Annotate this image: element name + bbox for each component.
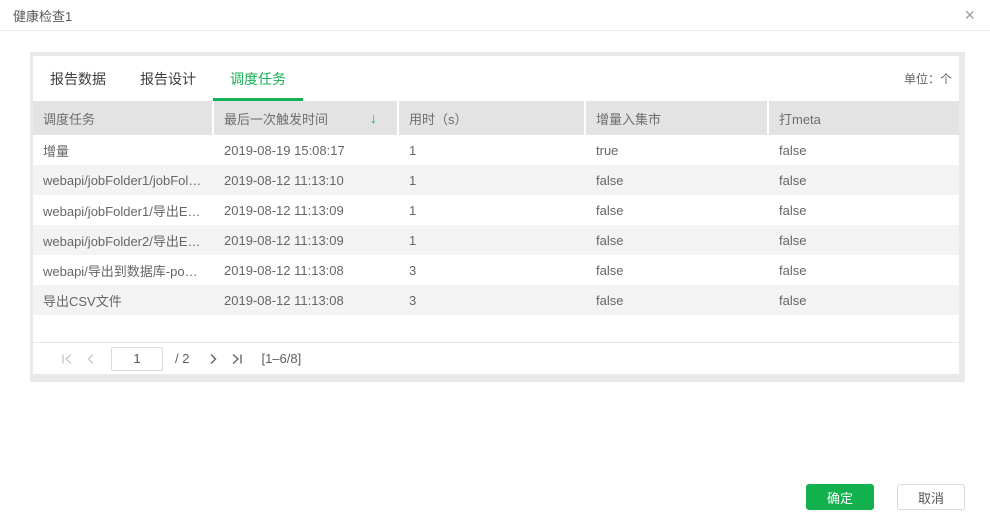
column-header-meta[interactable]: 打meta	[769, 101, 959, 135]
table-row: webapi/jobFolder1/jobFolder1-1/ 2019-08-…	[33, 165, 959, 195]
cell-task: 增量	[43, 143, 70, 159]
cell-meta: false	[779, 202, 807, 218]
cell-time: 2019-08-12 11:13:10	[224, 172, 344, 188]
close-icon[interactable]: ×	[962, 6, 977, 24]
table-header: 调度任务 最后一次触发时间 ↓ 用时（s） 增量入集市 打meta	[33, 101, 959, 135]
table-body: 增量 2019-08-19 15:08:17 1 true false weba…	[33, 135, 959, 315]
cell-incremental: false	[596, 292, 624, 308]
cell-meta: false	[779, 292, 807, 308]
page-range-label: [1–6/8]	[261, 351, 302, 366]
cell-time: 2019-08-12 11:13:09	[224, 202, 344, 218]
pagination-bar: / 2 [1–6/8]	[33, 342, 959, 374]
dialog-title: 健康检查1	[13, 8, 73, 24]
tab-report-data[interactable]: 报告数据	[33, 56, 123, 101]
cell-time: 2019-08-12 11:13:09	[224, 232, 344, 248]
dialog-header: 健康检查1 ×	[0, 0, 990, 31]
table-row: webapi/导出到数据库-postgresql 2019-08-12 11:1…	[33, 255, 959, 285]
column-header-duration[interactable]: 用时（s）	[399, 101, 586, 135]
cell-time: 2019-08-12 11:13:08	[224, 262, 344, 278]
column-header-task[interactable]: 调度任务	[33, 101, 214, 135]
cell-meta: false	[779, 172, 807, 188]
cell-incremental: false	[596, 172, 624, 188]
cell-time: 2019-08-19 15:08:17	[224, 142, 345, 158]
cell-task: webapi/导出到数据库-postgresql	[43, 263, 214, 279]
cell-task: webapi/jobFolder1/导出Excel1	[43, 203, 214, 219]
confirm-button[interactable]: 确定	[806, 484, 874, 510]
cell-duration: 1	[409, 202, 417, 218]
cell-incremental: false	[596, 232, 624, 248]
table-row: 增量 2019-08-19 15:08:17 1 true false	[33, 135, 959, 165]
prev-page-icon[interactable]	[81, 349, 101, 369]
cell-task: webapi/jobFolder2/导出Excel	[43, 233, 211, 249]
cell-incremental: false	[596, 202, 624, 218]
cell-time: 2019-08-12 11:13:08	[224, 292, 344, 308]
table-row: webapi/jobFolder2/导出Excel 2019-08-12 11:…	[33, 225, 959, 255]
cell-incremental: false	[596, 262, 624, 278]
cell-meta: false	[779, 142, 807, 158]
cell-duration: 1	[409, 232, 417, 248]
cell-duration: 1	[409, 172, 417, 188]
table-row: 导出CSV文件 2019-08-12 11:13:08 3 false fals…	[33, 285, 959, 315]
column-header-incremental-to-mart[interactable]: 增量入集市	[586, 101, 769, 135]
cell-meta: false	[779, 262, 807, 278]
cell-meta: false	[779, 232, 807, 248]
cell-duration: 1	[409, 142, 417, 158]
table-empty-space	[33, 315, 959, 342]
cell-duration: 3	[409, 292, 417, 308]
first-page-icon[interactable]	[57, 349, 77, 369]
tab-schedule-tasks[interactable]: 调度任务	[213, 56, 303, 101]
cell-incremental: true	[596, 142, 619, 158]
content-panel: 报告数据 报告设计 调度任务 单位：个 调度任务 最后一次触发时间 ↓ 用时（s…	[30, 52, 965, 382]
cell-task: webapi/jobFolder1/jobFolder1-1/	[43, 172, 214, 188]
tab-bar: 报告数据 报告设计 调度任务 单位：个	[33, 56, 959, 101]
next-page-icon[interactable]	[203, 349, 223, 369]
last-page-icon[interactable]	[227, 349, 247, 369]
column-header-last-trigger-time[interactable]: 最后一次触发时间 ↓	[214, 101, 399, 135]
tab-report-design[interactable]: 报告设计	[123, 56, 213, 101]
cancel-button[interactable]: 取消	[897, 484, 965, 510]
cell-task: 导出CSV文件	[43, 293, 122, 309]
table-row: webapi/jobFolder1/导出Excel1 2019-08-12 11…	[33, 195, 959, 225]
sort-desc-icon[interactable]: ↓	[370, 110, 387, 126]
unit-label: 单位：个	[903, 72, 952, 86]
total-pages-label: / 2	[175, 351, 190, 366]
cell-duration: 3	[409, 262, 417, 278]
page-number-input[interactable]	[111, 346, 163, 371]
